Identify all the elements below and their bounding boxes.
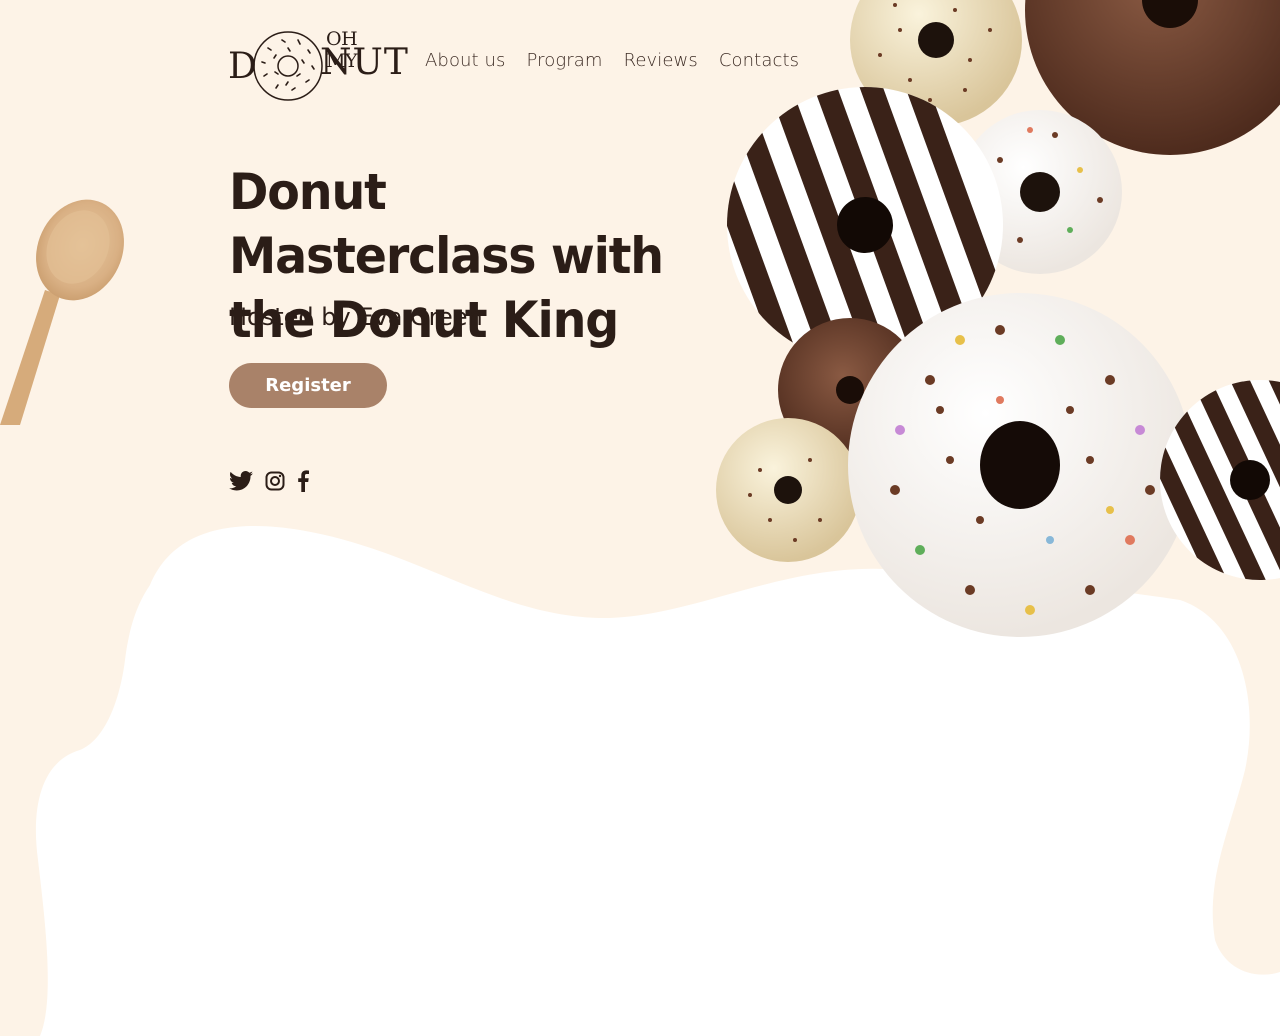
hero-subtitle: Hosted by Eva Green [229, 303, 483, 331]
donut-cream-bottom [716, 418, 860, 562]
nav-reviews[interactable]: Reviews [624, 50, 698, 71]
instagram-icon[interactable] [265, 471, 285, 491]
facebook-icon[interactable] [297, 470, 309, 492]
donut-large-sprinkles [848, 293, 1192, 637]
logo-donut-icon [253, 31, 323, 101]
nav-program[interactable]: Program [527, 50, 603, 71]
wooden-spoon-image [0, 199, 124, 425]
logo-nut-text: NUT [320, 42, 409, 83]
page: D OH MY NUT About us Program Reviews Con… [0, 0, 1280, 1036]
nav-about-us[interactable]: About us [425, 50, 506, 71]
register-button[interactable]: Register [229, 363, 387, 408]
oh-my-donut-logo[interactable]: D OH MY NUT [226, 28, 408, 104]
twitter-icon[interactable] [229, 470, 253, 492]
social-links [229, 470, 309, 492]
donuts-image [700, 0, 1280, 637]
